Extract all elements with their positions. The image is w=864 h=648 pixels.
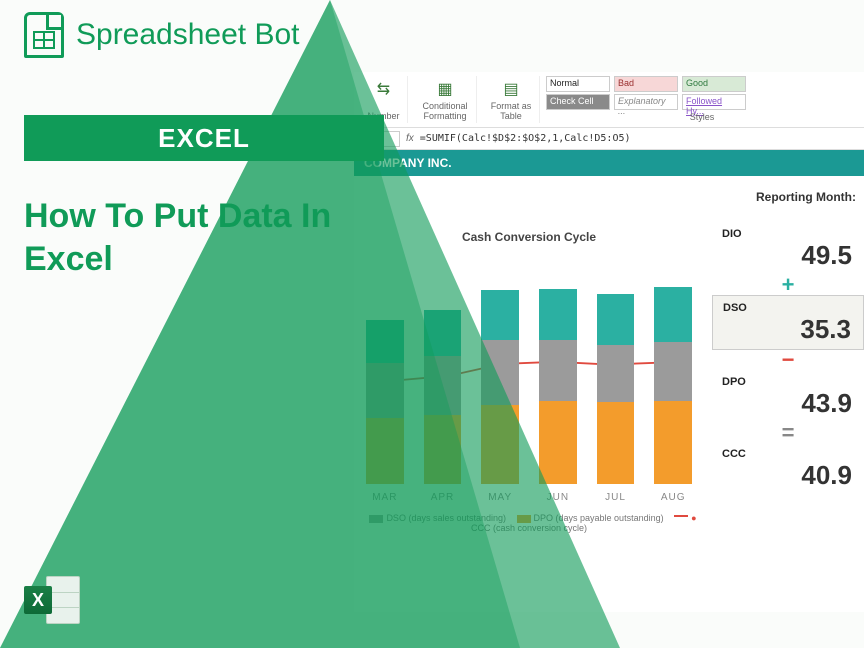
kpi-dio-label: DIO bbox=[722, 228, 854, 240]
bar-label: MAY bbox=[481, 492, 519, 503]
bar-label: AUG bbox=[654, 492, 692, 503]
style-cell[interactable]: Normal bbox=[546, 76, 610, 92]
kpi-ccc-label: CCC bbox=[722, 448, 854, 460]
kpi-dpo-value: 43.9 bbox=[722, 388, 854, 419]
kpi-dso: DSO 35.3 bbox=[712, 295, 864, 350]
chart-area: Cash Conversion Cycle MAR APR MAY JUN JUL AUG… bbox=[354, 220, 704, 612]
sheet-title: COMPANY INC. bbox=[354, 150, 864, 176]
kpi-dio-value: 49.5 bbox=[722, 240, 854, 271]
equals-icon: = bbox=[712, 423, 864, 443]
bar bbox=[481, 290, 519, 484]
reporting-month-label: Reporting Month: bbox=[756, 190, 856, 204]
bar bbox=[539, 289, 577, 485]
article-headline: How To Put Data In Excel bbox=[24, 195, 384, 280]
brand-name: Spreadsheet Bot bbox=[76, 18, 300, 52]
bar bbox=[597, 294, 635, 484]
bar-label: JUN bbox=[539, 492, 577, 503]
bar-label: JUL bbox=[597, 492, 635, 503]
legend-ccc: CCC (cash conversion cycle) bbox=[471, 523, 587, 533]
excel-app-icon: X bbox=[24, 572, 80, 628]
legend-dpo: DPO (days payable outstanding) bbox=[534, 513, 664, 523]
minus-icon: − bbox=[712, 350, 864, 370]
stacked-bars bbox=[366, 254, 692, 484]
kpi-ccc: CCC 40.9 bbox=[712, 442, 864, 495]
cond-format-label: Conditional Formatting bbox=[418, 101, 472, 121]
format-as-table-icon[interactable]: ▤ bbox=[500, 78, 522, 100]
kpi-ccc-value: 40.9 bbox=[722, 460, 854, 491]
kpi-dpo: DPO 43.9 bbox=[712, 370, 864, 423]
style-cell[interactable]: Check Cell bbox=[546, 94, 610, 110]
cell-styles-grid[interactable]: NormalBadGood Check CellExplanatory ...Fo… bbox=[546, 76, 858, 110]
kpi-dio: DIO 49.5 bbox=[712, 222, 864, 275]
category-badge: EXCEL bbox=[24, 115, 384, 161]
bar-labels-row: MAR APR MAY JUN JUL AUG bbox=[366, 484, 692, 503]
bar-label: MAR bbox=[366, 492, 404, 503]
style-cell[interactable]: Bad bbox=[614, 76, 678, 92]
bar-label: APR bbox=[424, 492, 462, 503]
brand-row: Spreadsheet Bot bbox=[24, 12, 300, 58]
kpi-dso-label: DSO bbox=[723, 302, 853, 314]
bar bbox=[654, 287, 692, 484]
formula-bar: fx =SUMIF(Calc!$D$2:$O$2,1,Calc!D5:O5) bbox=[354, 128, 864, 150]
legend-dso: DSO (days sales outstanding) bbox=[386, 513, 506, 523]
style-cell[interactable]: Good bbox=[682, 76, 746, 92]
kpi-panel: DIO 49.5 + DSO 35.3 − DPO 43.9 = CCC 40.… bbox=[712, 222, 864, 495]
bar bbox=[424, 310, 462, 484]
brand-icon bbox=[24, 12, 64, 58]
conditional-formatting-icon[interactable]: ▦ bbox=[434, 78, 456, 100]
formula-text[interactable]: =SUMIF(Calc!$D$2:$O$2,1,Calc!D5:O5) bbox=[420, 133, 631, 144]
number-format-icon: ⇆ bbox=[373, 78, 395, 100]
kpi-dso-value: 35.3 bbox=[723, 314, 853, 345]
chart-title: Cash Conversion Cycle bbox=[354, 230, 704, 244]
ribbon: ⇆ Number ▦ Conditional Formatting ▤ Form… bbox=[354, 72, 864, 128]
chart-legend: DSO (days sales outstanding) DPO (days p… bbox=[354, 513, 704, 533]
excel-window: ⇆ Number ▦ Conditional Formatting ▤ Form… bbox=[354, 72, 864, 612]
styles-group-label: Styles bbox=[546, 112, 858, 123]
style-cell[interactable]: Explanatory ... bbox=[614, 94, 678, 110]
format-table-label: Format as Table bbox=[487, 101, 535, 121]
kpi-dpo-label: DPO bbox=[722, 376, 854, 388]
plus-icon: + bbox=[712, 275, 864, 295]
badge-text: EXCEL bbox=[158, 123, 250, 154]
fx-label: fx bbox=[406, 133, 414, 144]
style-cell[interactable]: Followed Hy... bbox=[682, 94, 746, 110]
bar bbox=[366, 320, 404, 484]
